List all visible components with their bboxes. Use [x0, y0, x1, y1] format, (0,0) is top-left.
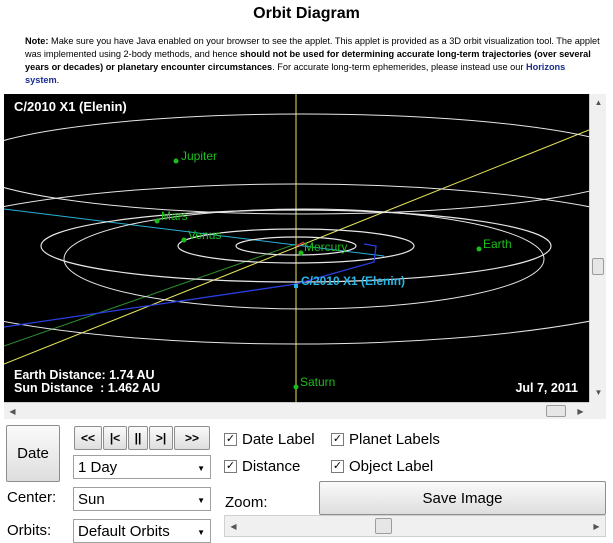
distance-checkbox[interactable]: ✓ Distance	[224, 458, 300, 475]
checkbox-box: ✓	[331, 433, 344, 446]
note-prefix: Note:	[25, 36, 49, 46]
applet-note: Note: Make sure you have Java enabled on…	[25, 35, 600, 87]
distance-text: Distance	[242, 458, 301, 475]
pause-button[interactable]: ||	[128, 426, 148, 450]
step-back-button[interactable]: |<	[103, 426, 127, 450]
date-display-text: Jul 7, 2011	[515, 381, 578, 395]
scroll-right-arrow-icon[interactable]: ▶	[572, 403, 589, 420]
scroll-left-arrow-icon[interactable]: ◀	[4, 403, 21, 420]
planet-labels-text: Planet Labels	[349, 431, 440, 448]
orbit-applet-canvas[interactable]: Jupiter Mars Venus Mercury Earth Saturn …	[4, 94, 589, 402]
vertical-scroll-thumb[interactable]	[592, 258, 604, 275]
applet-horizontal-scrollbar[interactable]: ◀ ▶	[4, 402, 589, 419]
orbit-diagram-svg: Jupiter Mars Venus Mercury Earth Saturn …	[4, 94, 589, 402]
date-label-checkbox[interactable]: ✓ Date Label	[224, 431, 315, 448]
step-forward-button[interactable]: >|	[149, 426, 173, 450]
comet-marker	[294, 284, 298, 288]
note-end: .	[56, 75, 60, 85]
checkbox-box: ✓	[331, 460, 344, 473]
mars-label: Mars	[161, 209, 188, 223]
orbits-select[interactable]: Default Orbits ▼	[73, 519, 211, 543]
chevron-down-icon: ▼	[197, 464, 205, 473]
jupiter-dot	[173, 158, 179, 164]
zoom-label: Zoom:	[225, 494, 268, 511]
zoom-left-arrow-icon[interactable]: ◀	[225, 518, 242, 535]
mercury-label: Mercury	[304, 240, 347, 254]
scroll-down-arrow-icon[interactable]: ▼	[590, 384, 607, 401]
save-image-button[interactable]: Save Image	[319, 481, 606, 515]
chevron-down-icon: ▼	[197, 496, 205, 505]
object-label-checkbox-text: Object Label	[349, 458, 434, 475]
earth-label: Earth	[483, 237, 512, 251]
earth-dot	[476, 246, 482, 252]
date-button[interactable]: Date	[6, 425, 60, 482]
step-size-select[interactable]: 1 Day ▼	[73, 455, 211, 479]
checkbox-box: ✓	[224, 433, 237, 446]
object-title: C/2010 X1 (Elenin)	[14, 99, 127, 114]
scrollbar-corner	[589, 402, 606, 419]
ecliptic-line	[4, 243, 297, 347]
saturn-dot	[293, 384, 299, 390]
center-label: Center:	[7, 489, 57, 506]
forward-fast-button[interactable]: >>	[174, 426, 210, 450]
date-label-text: Date Label	[242, 431, 315, 448]
page-title: Orbit Diagram	[253, 5, 360, 22]
orbits-value: Default Orbits	[78, 522, 170, 540]
mercury-dot	[298, 250, 304, 256]
scroll-up-arrow-icon[interactable]: ▲	[590, 94, 607, 111]
step-size-value: 1 Day	[78, 458, 118, 476]
object-label-checkbox[interactable]: ✓ Object Label	[331, 458, 433, 475]
center-value: Sun	[78, 490, 105, 508]
earth-distance-text: Earth Distance: 1.74 AU	[14, 368, 155, 382]
saturn-label: Saturn	[300, 375, 335, 389]
sun-distance-text: Sun Distance : 1.462 AU	[14, 381, 160, 395]
venus-label: Venus	[188, 228, 221, 242]
venus-dot	[181, 237, 187, 243]
mars-dot	[154, 218, 160, 224]
planet-labels-checkbox[interactable]: ✓ Planet Labels	[331, 431, 440, 448]
chevron-down-icon: ▼	[197, 528, 205, 537]
applet-vertical-scrollbar[interactable]: ▲ ▼	[589, 94, 606, 402]
checkbox-box: ✓	[224, 460, 237, 473]
zoom-slider[interactable]: ◀ ▶	[224, 515, 606, 537]
mars-orbit	[63, 208, 545, 310]
center-select[interactable]: Sun ▼	[73, 487, 211, 511]
horizontal-scroll-thumb[interactable]	[546, 405, 566, 417]
note-text-2: . For accurate long-term ephemerides, pl…	[272, 62, 526, 72]
zoom-right-arrow-icon[interactable]: ▶	[588, 518, 605, 535]
zoom-slider-thumb[interactable]	[375, 518, 392, 534]
jupiter-label: Jupiter	[181, 149, 217, 163]
orbits-label: Orbits:	[7, 522, 52, 539]
object-label-text: C/2010 X1 (Elenin)	[301, 274, 405, 288]
rewind-fast-button[interactable]: <<	[74, 426, 102, 450]
